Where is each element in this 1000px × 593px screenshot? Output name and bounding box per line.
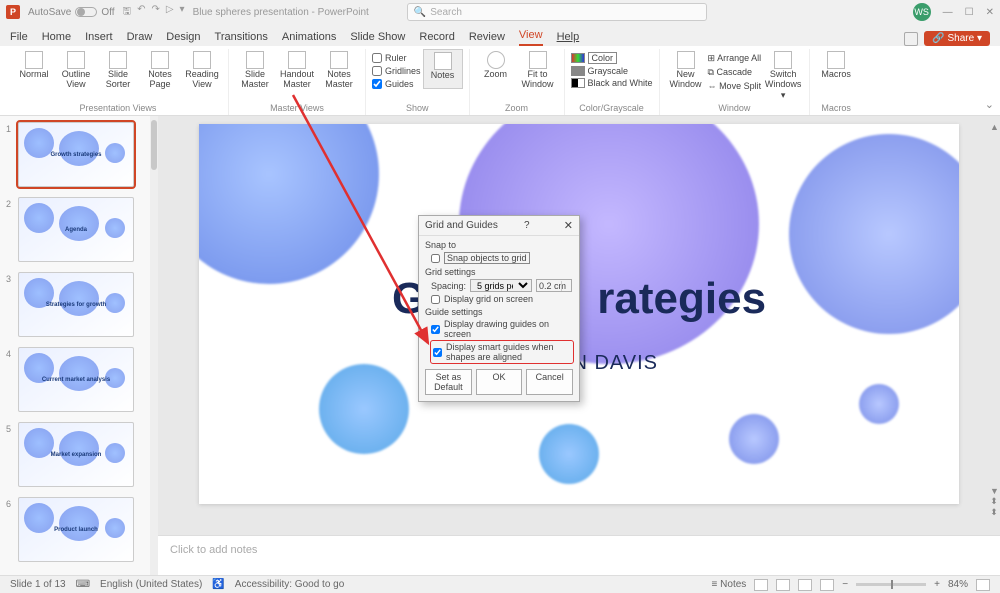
macros-button[interactable]: Macros bbox=[816, 49, 856, 82]
notes-pane[interactable]: Click to add notes bbox=[158, 535, 1000, 575]
cascade-button[interactable]: ⧉ Cascade bbox=[708, 67, 762, 78]
ribbon: Normal Outline View Slide Sorter Notes P… bbox=[0, 46, 1000, 116]
maximize-icon[interactable]: ☐ bbox=[965, 7, 974, 18]
spacing-select[interactable]: 5 grids per cm bbox=[470, 279, 532, 292]
slide-counter[interactable]: Slide 1 of 13 bbox=[10, 579, 66, 590]
dialog-title: Grid and Guides bbox=[425, 220, 498, 231]
notes-button[interactable]: Notes bbox=[423, 49, 463, 89]
thumbnail-2[interactable]: 2 Agenda bbox=[6, 197, 152, 262]
thumbnail-1[interactable]: 1 Growth strategies bbox=[6, 122, 152, 187]
notes-master-button[interactable]: Notes Master bbox=[319, 49, 359, 92]
lang-icon: ⌨ bbox=[76, 579, 90, 590]
grid-guides-dialog: Grid and Guides ? ✕ Snap to Snap objects… bbox=[418, 215, 580, 402]
undo-icon[interactable]: ↶ bbox=[137, 4, 145, 21]
zoom-in-icon[interactable]: + bbox=[934, 579, 940, 590]
tab-animations[interactable]: Animations bbox=[282, 31, 336, 46]
color-button[interactable]: Color bbox=[571, 52, 653, 64]
spacing-value[interactable]: 0.2 cm bbox=[536, 279, 572, 292]
start-show-icon[interactable]: ▷ bbox=[166, 4, 174, 21]
tab-slideshow[interactable]: Slide Show bbox=[350, 31, 405, 46]
search-icon: 🔍 bbox=[414, 7, 426, 18]
save-icon[interactable]: 🖫 bbox=[123, 4, 132, 21]
title-bar: P AutoSave Off 🖫 ↶ ↷ ▷ ▾ Blue spheres pr… bbox=[0, 0, 1000, 24]
tab-design[interactable]: Design bbox=[166, 31, 200, 46]
guides-checkbox[interactable]: Guides bbox=[372, 79, 421, 89]
user-avatar[interactable]: WS bbox=[913, 3, 931, 21]
outline-view-button[interactable]: Outline View bbox=[56, 49, 96, 92]
smart-guides-checkbox[interactable]: Display smart guides when shapes are ali… bbox=[431, 341, 573, 363]
tab-view[interactable]: View bbox=[519, 29, 543, 46]
set-default-button[interactable]: Set as Default bbox=[425, 369, 472, 395]
powerpoint-icon: P bbox=[6, 5, 20, 19]
fit-icon[interactable] bbox=[976, 579, 990, 591]
handout-master-button[interactable]: Handout Master bbox=[277, 49, 317, 92]
status-bar: Slide 1 of 13 ⌨ English (United States) … bbox=[0, 575, 1000, 593]
new-window-button[interactable]: New Window bbox=[666, 49, 706, 103]
document-name: Blue spheres presentation - PowerPoint bbox=[193, 7, 369, 18]
tab-home[interactable]: Home bbox=[42, 31, 71, 46]
thumbnail-5[interactable]: 5 Market expansion bbox=[6, 422, 152, 487]
share-button[interactable]: 🔗 Share ▾ bbox=[924, 31, 990, 46]
dialog-help-icon[interactable]: ? bbox=[524, 220, 530, 231]
dialog-close-icon[interactable]: ✕ bbox=[564, 219, 573, 232]
drawing-guides-checkbox[interactable]: Display drawing guides on screen bbox=[431, 319, 573, 339]
zoom-out-icon[interactable]: − bbox=[842, 579, 848, 590]
accessibility-status[interactable]: Accessibility: Good to go bbox=[235, 579, 345, 590]
move-split-button[interactable]: ⇔ Move Split bbox=[708, 81, 762, 91]
grayscale-button[interactable]: Grayscale bbox=[571, 66, 653, 76]
tab-record[interactable]: Record bbox=[419, 31, 454, 46]
notes-page-button[interactable]: Notes Page bbox=[140, 49, 180, 92]
thumbnail-4[interactable]: 4 Current market analysis bbox=[6, 347, 152, 412]
tab-draw[interactable]: Draw bbox=[127, 31, 153, 46]
reading-view-button[interactable]: Reading View bbox=[182, 49, 222, 92]
snap-objects-checkbox[interactable]: Snap objects to grid bbox=[431, 252, 573, 264]
tab-help[interactable]: Help bbox=[557, 31, 580, 46]
quick-access[interactable]: 🖫 ↶ ↷ ▷ ▾ bbox=[123, 4, 185, 21]
cancel-button[interactable]: Cancel bbox=[526, 369, 573, 395]
search-input[interactable]: 🔍 Search bbox=[407, 3, 707, 21]
slide-master-button[interactable]: Slide Master bbox=[235, 49, 275, 92]
slide-sorter-button[interactable]: Slide Sorter bbox=[98, 49, 138, 92]
slideshow-view-icon[interactable] bbox=[820, 579, 834, 591]
thumbnail-6[interactable]: 6 Product launch bbox=[6, 497, 152, 562]
arrange-all-button[interactable]: ⊞ Arrange All bbox=[708, 53, 762, 64]
gridlines-checkbox[interactable]: Gridlines bbox=[372, 66, 421, 76]
switch-windows-button[interactable]: Switch Windows▾ bbox=[763, 49, 803, 103]
notes-toggle[interactable]: ≡ Notes bbox=[712, 579, 747, 590]
language[interactable]: English (United States) bbox=[100, 579, 202, 590]
ruler-checkbox[interactable]: Ruler bbox=[372, 53, 421, 63]
normal-view-button[interactable]: Normal bbox=[14, 49, 54, 92]
redo-icon[interactable]: ↷ bbox=[151, 4, 159, 21]
thumbnails-scrollbar[interactable] bbox=[151, 120, 157, 170]
accessibility-icon: ♿ bbox=[212, 579, 224, 590]
collapse-ribbon-icon[interactable]: ⌄ bbox=[985, 98, 994, 111]
slide-thumbnails: 1 Growth strategies 2 Agenda 3 Strategies … bbox=[0, 116, 158, 575]
close-icon[interactable]: ✕ bbox=[986, 7, 994, 18]
comments-icon[interactable] bbox=[904, 32, 918, 46]
zoom-slider[interactable] bbox=[856, 583, 926, 586]
fit-window-button[interactable]: Fit to Window bbox=[518, 49, 558, 92]
reading-view-icon[interactable] bbox=[798, 579, 812, 591]
zoom-button[interactable]: Zoom bbox=[476, 49, 516, 92]
autosave-toggle[interactable]: AutoSave Off bbox=[28, 7, 115, 18]
tab-transitions[interactable]: Transitions bbox=[215, 31, 268, 46]
sorter-view-icon[interactable] bbox=[776, 579, 790, 591]
tab-insert[interactable]: Insert bbox=[85, 31, 113, 46]
zoom-level[interactable]: 84% bbox=[948, 579, 968, 590]
tab-review[interactable]: Review bbox=[469, 31, 505, 46]
display-grid-checkbox[interactable]: Display grid on screen bbox=[431, 294, 573, 304]
vertical-scrollbar[interactable]: ▲ ▼ ⬍ ⬍ bbox=[990, 122, 998, 516]
ok-button[interactable]: OK bbox=[476, 369, 523, 395]
ribbon-tabs: File Home Insert Draw Design Transitions… bbox=[0, 24, 1000, 46]
thumbnail-3[interactable]: 3 Strategies for growth bbox=[6, 272, 152, 337]
bw-button[interactable]: Black and White bbox=[571, 78, 653, 88]
minimize-icon[interactable]: — bbox=[943, 7, 953, 18]
tab-file[interactable]: File bbox=[10, 31, 28, 46]
normal-view-icon[interactable] bbox=[754, 579, 768, 591]
